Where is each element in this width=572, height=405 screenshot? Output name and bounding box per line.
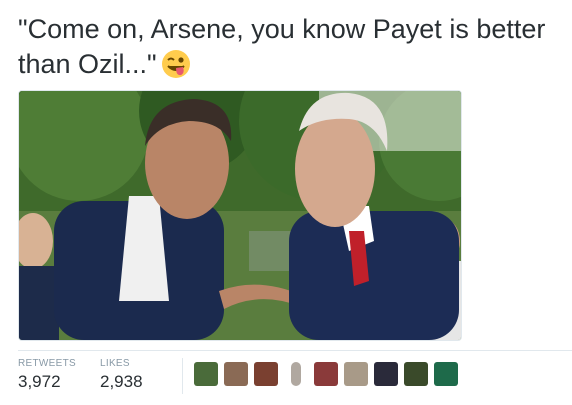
avatar-group-icon[interactable] [314, 362, 338, 386]
likes-stat[interactable]: LIKES 2,938 [100, 358, 143, 392]
avatar-person-icon[interactable] [344, 362, 368, 386]
stats-vertical-divider [182, 358, 183, 394]
winking-face-with-tongue-icon [161, 49, 191, 79]
retweets-count: 3,972 [18, 372, 61, 391]
avatar-crowd-icon[interactable] [404, 362, 428, 386]
avatar-logo-icon[interactable] [434, 362, 458, 386]
tweet-text-content: "Come on, Arsene, you know Payet is bett… [18, 14, 546, 79]
avatar-person-icon[interactable] [254, 362, 278, 386]
avatar-small-figure-icon[interactable] [291, 362, 301, 386]
tweet-text: "Come on, Arsene, you know Payet is bett… [18, 12, 558, 82]
avatar-person-suit-icon[interactable] [374, 362, 398, 386]
likes-label: LIKES [100, 358, 130, 369]
photo-two-men-talking-icon [19, 91, 461, 340]
avatar-person-icon[interactable] [224, 362, 248, 386]
stats-divider [18, 350, 572, 351]
likes-count: 2,938 [100, 372, 143, 391]
avatar-team-crest-icon[interactable] [194, 362, 218, 386]
tweet-photo[interactable] [18, 90, 462, 341]
retweets-stat[interactable]: RETWEETS 3,972 [18, 358, 76, 392]
retweets-label: RETWEETS [18, 358, 76, 369]
